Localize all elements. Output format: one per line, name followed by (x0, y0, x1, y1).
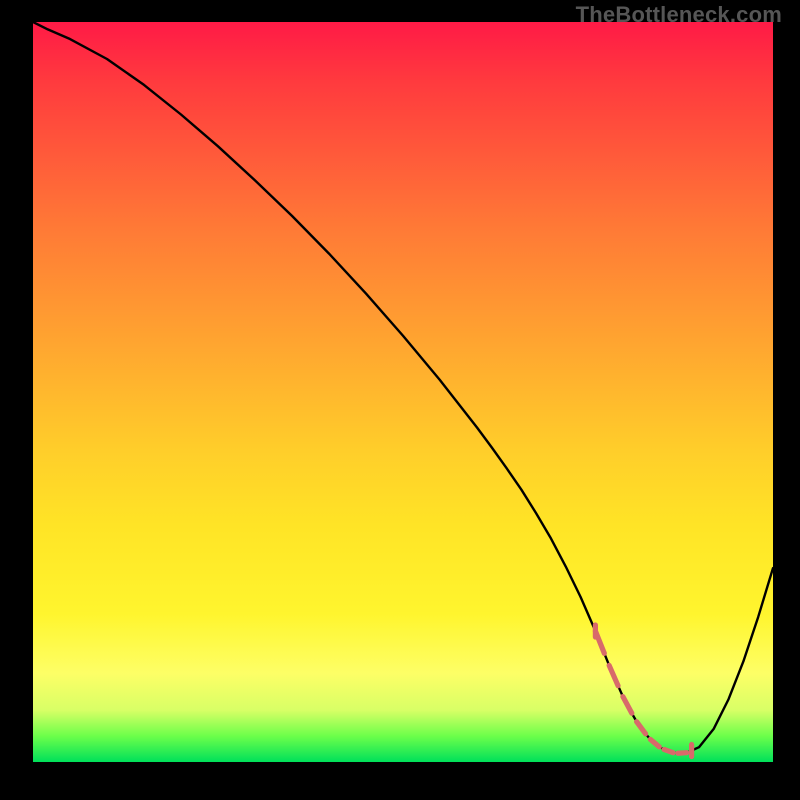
highlight-minimum-segment (595, 625, 691, 757)
chart-frame: TheBottleneck.com (0, 0, 800, 800)
chart-svg (33, 22, 773, 762)
highlight-dash (650, 739, 659, 746)
highlight-dash (609, 665, 618, 685)
highlight-dash (637, 722, 646, 734)
highlight-dash (595, 631, 604, 653)
bottleneck-curve (33, 22, 773, 754)
chart-plot-area (33, 22, 773, 762)
highlight-dash (664, 749, 673, 752)
highlight-dash (623, 697, 632, 714)
highlight-dash (678, 753, 687, 754)
